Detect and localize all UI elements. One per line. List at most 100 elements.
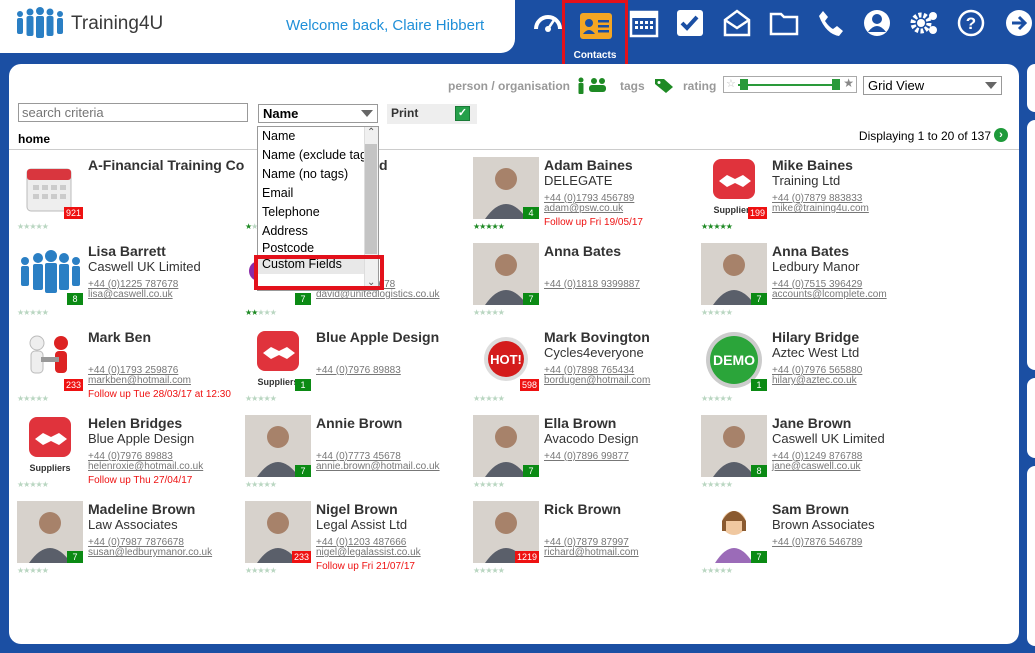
contact-name[interactable]: Mark Bovington (544, 329, 701, 345)
contact-name[interactable]: Anna Bates (544, 243, 701, 259)
dropdown-option[interactable]: Address (258, 222, 366, 241)
contact-card[interactable]: Suppliers 1 ★★★★★ Blue Apple Design +44 (0)7… (245, 329, 473, 415)
contact-card[interactable]: 8 ★★★★★ Lisa Barrett Caswell UK Limited +44 … (17, 243, 245, 329)
contact-email-link[interactable]: susan@ledburymanor.co.uk (88, 547, 212, 558)
view-select[interactable]: Grid View (863, 76, 1002, 95)
folder-icon[interactable] (763, 2, 805, 44)
contact-name[interactable]: Mark Ben (88, 329, 245, 345)
contact-name[interactable]: Hilary Bridge (772, 329, 929, 345)
contact-email-link[interactable]: hilary@aztec.co.uk (772, 375, 857, 386)
contact-email-link[interactable]: bordugen@hotmail.com (544, 375, 650, 386)
contact-email-link[interactable]: markben@hotmail.com (88, 375, 191, 386)
contact-email-link[interactable]: annie.brown@hotmail.co.uk (316, 461, 440, 472)
contact-phone-link[interactable]: +44 (0)7876 546789 (772, 537, 862, 548)
contact-name[interactable]: Lisa Barrett (88, 243, 245, 259)
slider-handle-min[interactable] (740, 79, 748, 90)
side-tab[interactable] (1027, 120, 1035, 370)
contact-card[interactable]: 8 ★★★★★ Jane Brown Caswell UK Limited +44 (0… (701, 415, 929, 501)
dropdown-option[interactable]: Telephone (258, 203, 366, 222)
mail-icon[interactable] (716, 2, 758, 44)
user-icon[interactable] (856, 2, 898, 44)
contact-phone-link[interactable]: +44 (0)7976 89883 (316, 365, 401, 376)
contact-email-link[interactable]: richard@hotmail.com (544, 547, 639, 558)
dropdown-option[interactable]: Name (no tags) (258, 165, 366, 184)
contact-name[interactable]: Mike Baines (772, 157, 929, 173)
logout-icon[interactable] (998, 2, 1035, 44)
dropdown-option[interactable]: Email (258, 184, 366, 203)
contact-thumbnail[interactable]: HOT! 598 (473, 329, 539, 391)
side-tab[interactable] (1027, 64, 1035, 112)
contact-name[interactable]: A-Financial Training Cou (88, 157, 245, 173)
search-input[interactable] (18, 103, 248, 122)
contact-thumbnail[interactable]: Suppliers 1 (245, 329, 311, 391)
dropdown-option[interactable]: Postcode (258, 241, 366, 253)
contact-name[interactable]: Blue Apple Design (316, 329, 473, 345)
contact-email-link[interactable]: helenroxie@hotmail.co.uk (88, 461, 203, 472)
contact-email-link[interactable]: mike@training4u.com (772, 203, 869, 214)
contact-name[interactable]: Jane Brown (772, 415, 929, 431)
contact-email-link[interactable]: accounts@lcomplete.com (772, 289, 887, 300)
contact-name[interactable]: Ella Brown (544, 415, 701, 431)
phone-icon[interactable] (810, 2, 852, 44)
person-org-icon[interactable] (576, 77, 608, 95)
contact-phone-link[interactable]: +44 (0)7896 99877 (544, 451, 629, 462)
contact-email-link[interactable]: jane@caswell.co.uk (772, 461, 861, 472)
contact-thumbnail[interactable]: 1219 (473, 501, 539, 563)
contact-thumbnail[interactable]: 4 (473, 157, 539, 219)
contact-phone-link[interactable]: +44 (0)1818 9399887 (544, 279, 640, 290)
settings-icon[interactable] (903, 2, 945, 44)
contact-thumbnail[interactable]: 7 (473, 243, 539, 305)
calendar-icon[interactable] (623, 2, 665, 44)
contact-thumbnail[interactable]: 7 (701, 501, 767, 563)
contact-name[interactable]: Annie Brown (316, 415, 473, 431)
contact-thumbnail[interactable]: 8 (17, 243, 83, 305)
checkbox-checked-icon[interactable]: ✓ (455, 106, 470, 121)
contact-thumbnail[interactable]: 233 (17, 329, 83, 391)
side-tab[interactable] (1027, 466, 1035, 646)
contact-name[interactable]: Madeline Brown (88, 501, 245, 517)
contact-card[interactable]: 7 ★★★★★ Madeline Brown Law Associates +44 (0… (17, 501, 245, 587)
contact-card[interactable]: 4 ★★★★★ Adam Baines DELEGATE +44 (0)1793 456… (473, 157, 701, 243)
contact-name[interactable]: Adam Baines (544, 157, 701, 173)
tag-icon[interactable] (654, 78, 674, 94)
contact-thumbnail[interactable]: 7 (701, 243, 767, 305)
contact-card[interactable]: 7 ★★★★★ Anna Bates +44 (0)1818 9399887 (473, 243, 701, 329)
contact-thumbnail[interactable]: 8 (701, 415, 767, 477)
contact-card[interactable]: Suppliers 199 ★★★★★ Mike Baines Training Ltd… (701, 157, 929, 243)
contact-card[interactable]: 7 ★★★★★ Anna Bates Ledbury Manor +44 (0)7515… (701, 243, 929, 329)
contact-thumbnail[interactable]: 233 (245, 501, 311, 563)
side-tab[interactable] (1027, 378, 1035, 458)
contact-name[interactable]: Helen Bridges (88, 415, 245, 431)
dropdown-option[interactable]: Name (258, 127, 366, 146)
contact-email-link[interactable]: nigel@legalassist.co.uk (316, 547, 421, 558)
search-field-select[interactable]: Name (258, 104, 378, 123)
contact-thumbnail[interactable]: DEMO 1 (701, 329, 767, 391)
contact-card[interactable]: Suppliers ★★★★★ Helen Bridges Blue Apple De… (17, 415, 245, 501)
contact-thumbnail[interactable]: Suppliers 199 (701, 157, 767, 219)
scrollbar-thumb[interactable] (365, 144, 377, 254)
rating-range-slider[interactable]: ☆ ★ (723, 76, 857, 93)
contact-card[interactable]: 233 ★★★★★ Mark Ben +44 (0)1793 259876 markbe… (17, 329, 245, 415)
contact-name[interactable]: Sam Brown (772, 501, 929, 517)
help-icon[interactable]: ? (950, 2, 992, 44)
breadcrumb[interactable]: home (18, 132, 50, 146)
contact-card[interactable]: HOT! 598 ★★★★★ Mark Bovington Cycles4everyon… (473, 329, 701, 415)
slider-handle-max[interactable] (832, 79, 840, 90)
contact-name[interactable]: Anna Bates (772, 243, 929, 259)
chevron-up-icon[interactable]: ⌃ (367, 127, 375, 138)
contact-email-link[interactable]: lisa@caswell.co.uk (88, 289, 173, 300)
contact-card[interactable]: 7 ★★★★★ Sam Brown Brown Associates +44 (0)78… (701, 501, 929, 587)
contact-card[interactable]: 233 ★★★★★ Nigel Brown Legal Assist Ltd +44 (… (245, 501, 473, 587)
tasks-icon[interactable] (669, 2, 711, 44)
nav-contacts-button[interactable]: Contacts (562, 0, 628, 68)
contact-name[interactable]: Nigel Brown (316, 501, 473, 517)
contact-thumbnail[interactable]: 921 (17, 157, 83, 219)
contact-email-link[interactable]: adam@psw.co.uk (544, 203, 623, 214)
print-toggle[interactable]: Print ✓ (387, 104, 477, 124)
contact-card[interactable]: 7 ★★★★★ Ella Brown Avacodo Design +44 (0)789… (473, 415, 701, 501)
contact-thumbnail[interactable]: 7 (473, 415, 539, 477)
contact-thumbnail[interactable]: 7 (17, 501, 83, 563)
contact-card[interactable]: DEMO 1 ★★★★★ Hilary Bridge Aztec West Ltd +44… (701, 329, 929, 415)
contact-thumbnail[interactable]: Suppliers (17, 415, 83, 477)
contact-name[interactable]: Rick Brown (544, 501, 701, 517)
